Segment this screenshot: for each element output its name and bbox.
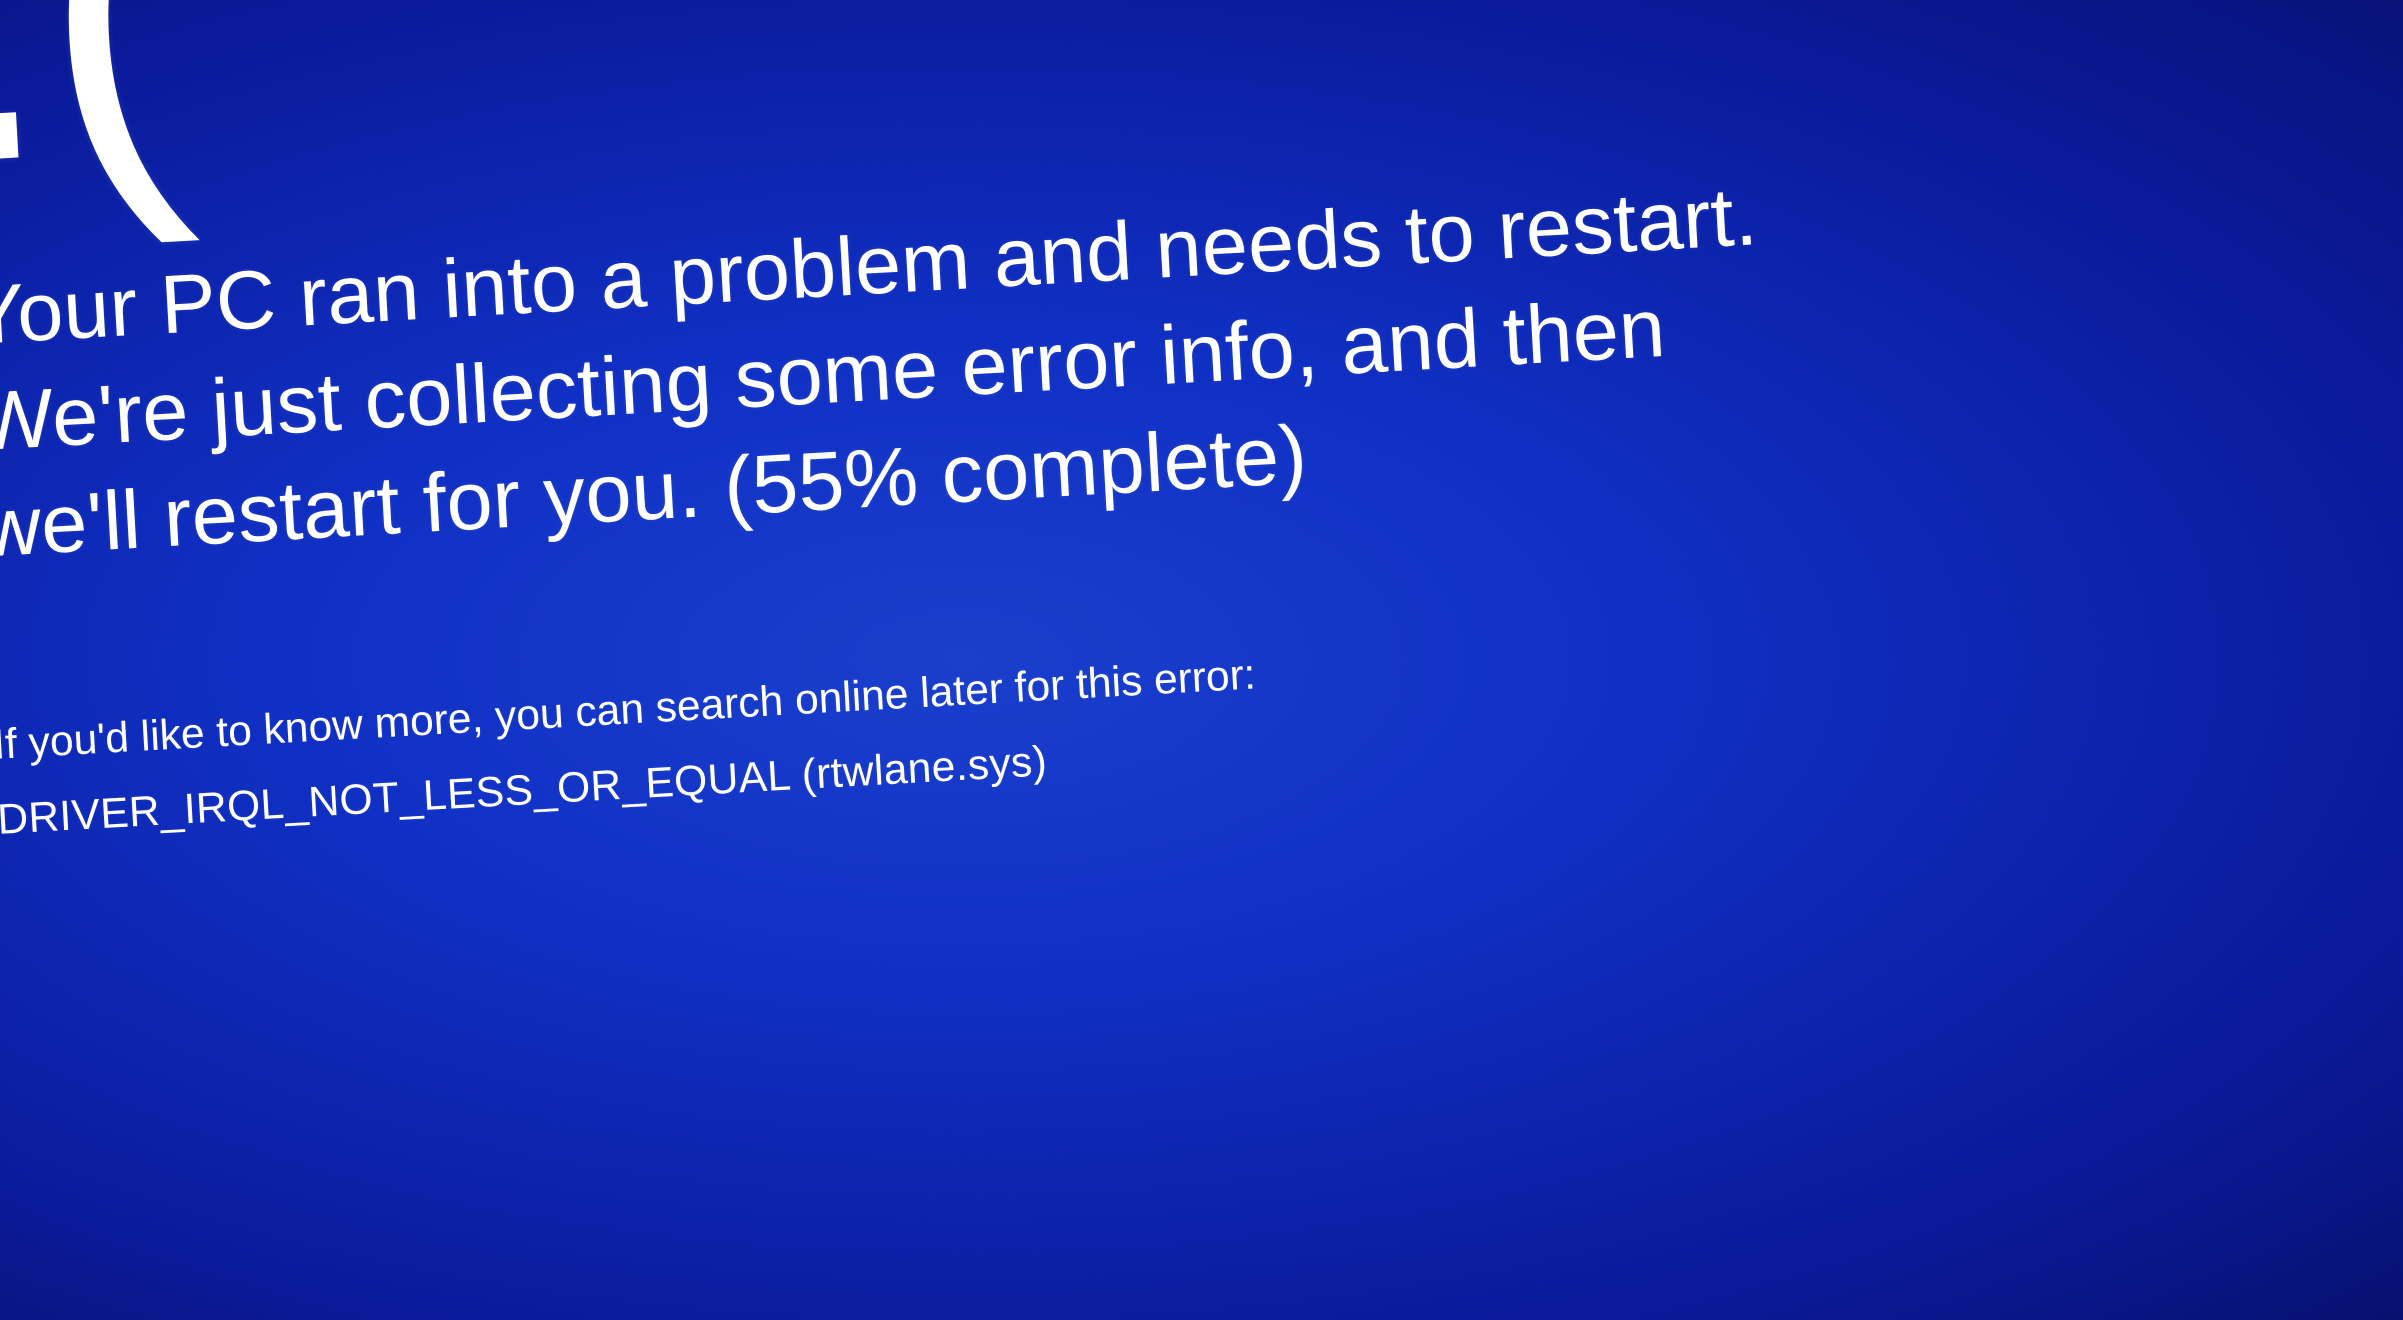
progress-percent: 55% [749, 429, 920, 531]
bsod-screen: :( Your PC ran into a problem and needs … [0, 0, 2403, 1320]
message-line-3-suffix: complete) [916, 407, 1310, 522]
bsod-content: :( Your PC ran into a problem and needs … [0, 0, 2403, 852]
